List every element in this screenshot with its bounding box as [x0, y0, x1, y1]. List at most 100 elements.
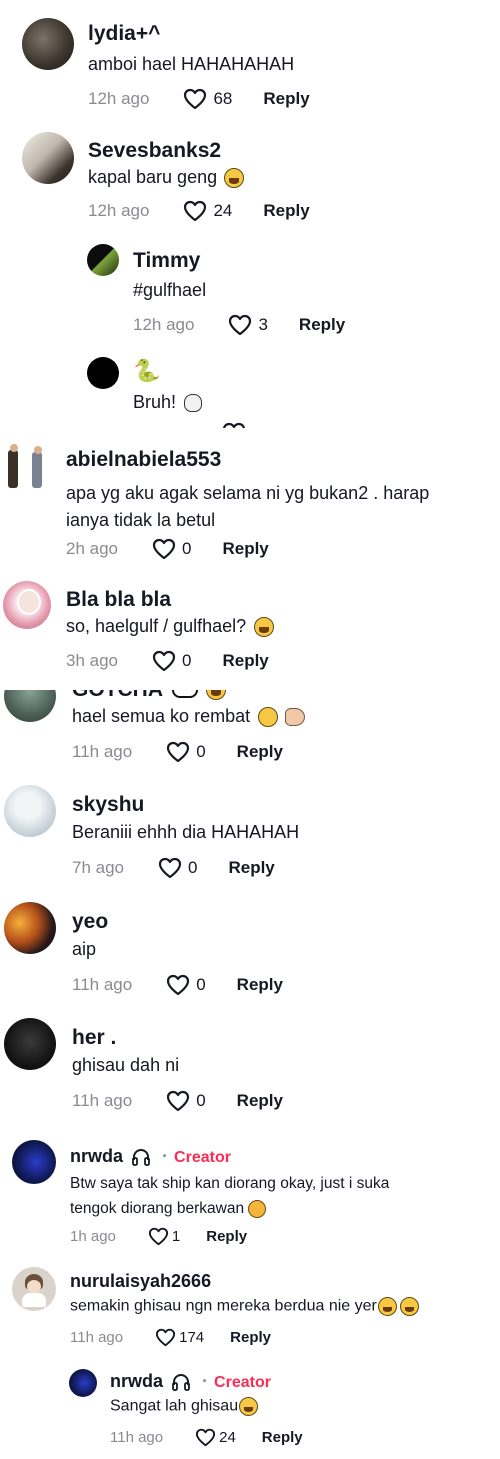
comment-time: 7h ago [72, 858, 124, 877]
reply-button[interactable]: Reply [222, 651, 268, 671]
comment-username[interactable]: 🐍 [133, 358, 160, 384]
comment-username[interactable]: yeo [72, 910, 108, 934]
comment-time: 11h ago [72, 1091, 133, 1110]
comment-item: lydia+^ amboi hael HAHAHAHAH 12h ago 68 … [0, 0, 500, 125]
headphones-icon [172, 1374, 190, 1392]
like-count: 0 [196, 1091, 206, 1110]
headphones-icon [132, 1149, 150, 1167]
comment-meta: 3h ago 0 Reply [66, 650, 269, 672]
comment-item: her . ghisau dah ni 11h ago 0 Reply [0, 1016, 500, 1130]
comment-username[interactable]: nrwda [110, 1371, 163, 1391]
comment-text: hael semua ko rembat [72, 706, 306, 728]
like-button[interactable]: 0 [166, 974, 206, 996]
comment-username[interactable]: skyshu [72, 793, 144, 817]
like-button[interactable]: 3 [228, 314, 268, 336]
reply-button[interactable]: Reply [230, 1329, 271, 1346]
avatar[interactable] [4, 1018, 56, 1070]
comment-time: 3h ago [66, 651, 118, 670]
like-button[interactable]: 0 [166, 1090, 206, 1112]
laughing-emoji-icon [377, 1297, 397, 1316]
comment-item: Bla bla bla so, haelgulf / gulfhael? 3h … [0, 578, 500, 690]
comment-meta: 12h ago 3 Reply [133, 314, 345, 336]
comment-time: 2h ago [66, 539, 118, 558]
reply-button[interactable]: Reply [263, 201, 309, 221]
like-button[interactable]: 68 [183, 88, 232, 110]
heart-icon [158, 857, 182, 879]
heart-icon [167, 741, 190, 763]
comment-username[interactable]: abielnabiela553 [66, 448, 221, 472]
like-button[interactable]: 174 [155, 1328, 204, 1347]
like-button[interactable]: 24 [183, 200, 232, 222]
heart-icon [184, 200, 207, 222]
like-count: 68 [213, 89, 233, 108]
avatar[interactable] [12, 1140, 56, 1184]
comment-meta: 2h ago 0 Reply [66, 538, 269, 560]
reply-button[interactable]: Reply [299, 315, 345, 335]
comment-username[interactable]: Sevesbanks2 [88, 139, 221, 163]
like-button[interactable]: 1 [148, 1227, 180, 1246]
reply-button[interactable]: Reply [228, 858, 274, 878]
comment-time: 12h ago [133, 315, 195, 334]
comment-item: yeo aip 11h ago 0 Reply [0, 900, 500, 1016]
like-count: 174 [179, 1329, 205, 1346]
comment-time: 1h ago [70, 1228, 116, 1245]
reply-button[interactable]: Reply [237, 742, 283, 762]
comment-time: 11h ago [72, 742, 133, 761]
reply-button[interactable]: Reply [222, 539, 268, 559]
creator-badge: Creator [214, 1374, 271, 1391]
heart-icon [152, 538, 176, 560]
comment-username[interactable]: her . [72, 1026, 116, 1050]
like-button[interactable]: 0 [158, 857, 197, 879]
comment-username[interactable]: Bla bla bla [66, 588, 171, 612]
comment-screenshot-4: nrwda · Creator Btw saya tak ship kan dio… [0, 1130, 500, 1459]
like-button[interactable]: 0 [166, 741, 206, 763]
reply-button[interactable]: Reply [263, 89, 309, 109]
reply-item: nrwda · Creator Sangat lah ghisau 11h ago… [0, 1355, 500, 1459]
heart-icon [184, 88, 207, 110]
avatar[interactable] [22, 18, 74, 70]
comment-username[interactable]: lydia+^ [88, 22, 160, 46]
comment-username[interactable]: GOTCHA [72, 690, 226, 702]
avatar[interactable] [22, 132, 74, 184]
comment-item: skyshu Beraniii ehhh dia HAHAHAH 7h ago … [0, 785, 500, 900]
avatar[interactable] [0, 440, 50, 492]
comment-username[interactable]: nurulaisyah2666 [70, 1271, 211, 1292]
comment-item: nrwda · Creator Btw saya tak ship kan dio… [0, 1130, 500, 1255]
reply-item: 🐍 Bruh! [0, 350, 500, 428]
comment-text: Beraniii ehhh dia HAHAHAH [72, 822, 300, 842]
reply-button[interactable]: Reply [206, 1228, 247, 1245]
laughing-emoji-icon [399, 1297, 419, 1316]
avatar[interactable] [4, 690, 56, 722]
comment-meta: 1h ago 1 Reply [70, 1227, 247, 1246]
creator-badge: Creator [174, 1149, 231, 1166]
comment-meta: 11h ago 0 Reply [72, 1090, 283, 1112]
skull-emoji-icon [184, 394, 203, 413]
heart-eyes-emoji-icon [248, 1199, 267, 1218]
reply-item: Timmy #gulfhael 12h ago 3 Reply [0, 235, 500, 350]
comment-item: Sevesbanks2 kapal baru geng 12h ago 24 R… [0, 125, 500, 235]
comment-text: ghisau dah ni [72, 1055, 180, 1075]
avatar[interactable] [3, 581, 51, 629]
comment-meta: 11h ago 174 Reply [70, 1328, 271, 1347]
comment-screenshot-1: lydia+^ amboi hael HAHAHAHAH 12h ago 68 … [0, 0, 500, 428]
comment-username[interactable]: nrwda [70, 1146, 123, 1166]
avatar[interactable] [4, 902, 56, 954]
avatar[interactable] [87, 357, 119, 389]
like-button[interactable]: 24 [195, 1428, 236, 1447]
comment-text: semakin ghisau ngn mereka berdua nie yer [70, 1297, 419, 1316]
reply-button[interactable]: Reply [237, 1091, 283, 1111]
heart-icon [167, 974, 190, 996]
reply-button[interactable]: Reply [262, 1429, 303, 1446]
like-button[interactable]: 0 [152, 538, 191, 560]
like-button[interactable]: 0 [152, 650, 191, 672]
avatar[interactable] [4, 785, 56, 837]
avatar[interactable] [87, 244, 119, 276]
avatar[interactable] [69, 1369, 97, 1397]
comment-username[interactable]: Timmy [133, 249, 200, 273]
heart-icon [229, 314, 252, 336]
reply-button[interactable]: Reply [237, 975, 283, 995]
comment-header: nrwda · Creator [70, 1146, 231, 1167]
comment-text: aip [72, 939, 97, 959]
comment-time: 12h ago [88, 89, 150, 108]
avatar[interactable] [12, 1267, 56, 1311]
